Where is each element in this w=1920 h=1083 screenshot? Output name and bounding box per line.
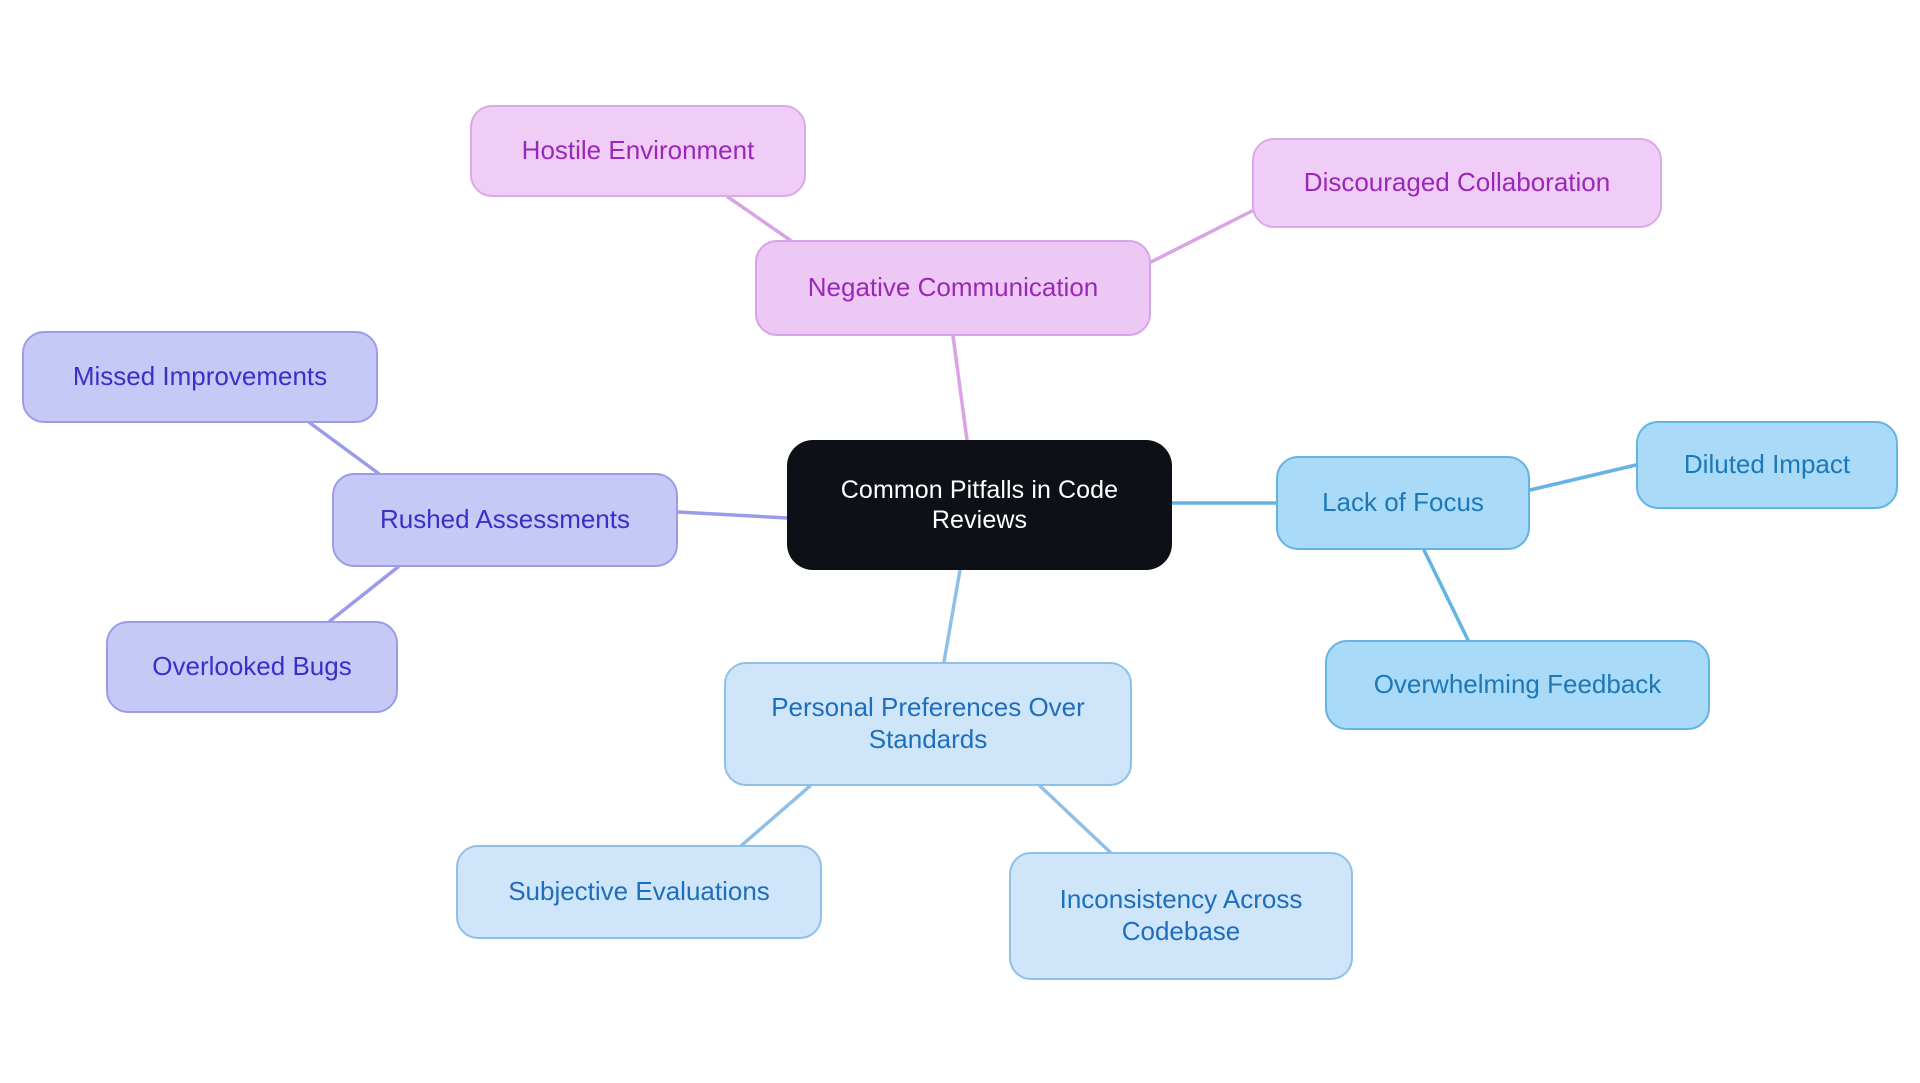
node-label: Diluted Impact	[1683, 449, 1851, 480]
node-label: Negative Communication	[807, 272, 1099, 303]
edge-negative-hostile	[726, 195, 792, 242]
edge-personal-subjective	[740, 784, 812, 847]
node-diluted-impact[interactable]: Diluted Impact	[1636, 421, 1898, 509]
node-missed-improvements[interactable]: Missed Improvements	[22, 331, 378, 423]
edge-rushed-missed	[308, 421, 380, 475]
node-negative-communication[interactable]: Negative Communication	[755, 240, 1151, 336]
node-inconsistency-across-codebase[interactable]: Inconsistency Across Codebase	[1009, 852, 1353, 980]
node-overlooked-bugs[interactable]: Overlooked Bugs	[106, 621, 398, 713]
node-rushed-assessments[interactable]: Rushed Assessments	[332, 473, 678, 567]
node-label: Overwhelming Feedback	[1373, 669, 1662, 700]
node-label: Discouraged Collaboration	[1303, 167, 1611, 198]
node-label: Inconsistency Across Codebase	[1059, 884, 1303, 946]
node-label: Subjective Evaluations	[508, 876, 770, 907]
node-label: Lack of Focus	[1322, 487, 1484, 518]
node-hostile-environment[interactable]: Hostile Environment	[470, 105, 806, 197]
mindmap-canvas: Common Pitfalls in Code Reviews Negative …	[0, 0, 1920, 1083]
edge-root-negative	[951, 334, 969, 442]
node-lack-of-focus[interactable]: Lack of Focus	[1276, 456, 1530, 550]
edge-negative-discouraged	[1149, 209, 1254, 264]
node-label: Common Pitfalls in Code Reviews	[840, 475, 1119, 535]
edge-lack-overwhelming	[1422, 548, 1470, 642]
node-label: Personal Preferences Over Standards	[771, 692, 1085, 754]
node-label: Overlooked Bugs	[152, 651, 352, 682]
node-label: Missed Improvements	[72, 361, 328, 392]
node-subjective-evaluations[interactable]: Subjective Evaluations	[456, 845, 822, 939]
node-overwhelming-feedback[interactable]: Overwhelming Feedback	[1325, 640, 1710, 730]
edge-personal-inconsistency	[1038, 784, 1112, 854]
node-root[interactable]: Common Pitfalls in Code Reviews	[787, 440, 1172, 570]
node-label: Rushed Assessments	[379, 504, 630, 535]
node-personal-preferences[interactable]: Personal Preferences Over Standards	[724, 662, 1132, 786]
edge-lack-diluted	[1528, 463, 1638, 492]
edge-root-personal	[942, 568, 962, 664]
edge-root-rushed	[676, 510, 789, 520]
node-label: Hostile Environment	[521, 135, 755, 166]
edge-rushed-overlooked	[328, 565, 400, 623]
node-discouraged-collaboration[interactable]: Discouraged Collaboration	[1252, 138, 1662, 228]
